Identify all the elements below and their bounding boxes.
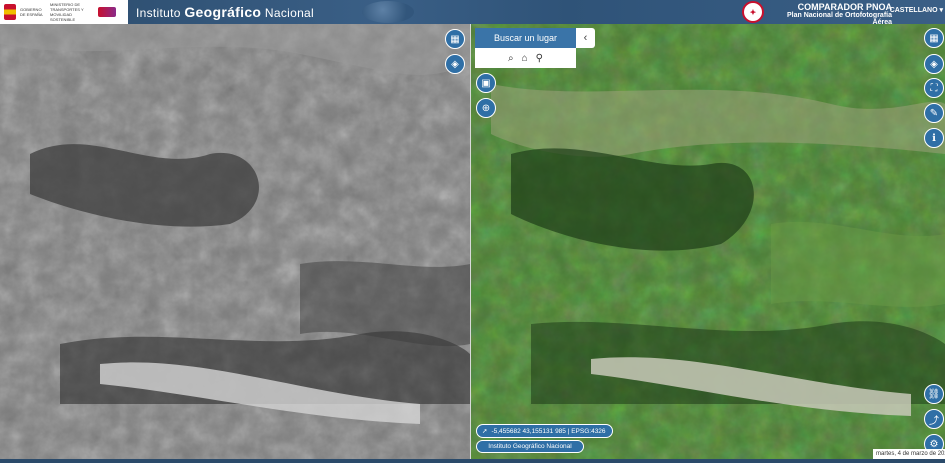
zoom-search-icon[interactable]: ⌕ xyxy=(508,53,514,64)
coordinates-text: -5,455682 43,155131 985 | EPSG:4326 xyxy=(491,427,606,435)
coordinate-search-icon[interactable]: ⚲ xyxy=(536,53,543,64)
gov-text: GOBIERNO DE ESPAÑA xyxy=(20,7,43,17)
right-display-button[interactable]: ▣ xyxy=(476,73,496,93)
left-layout-button[interactable]: ▦ xyxy=(445,29,465,49)
measure-area-button[interactable]: ⛶ xyxy=(924,78,944,98)
government-logo[interactable]: GOBIERNO DE ESPAÑA MINISTERIO DE TRANSPO… xyxy=(0,0,128,24)
measure-distance-button[interactable]: ✎ xyxy=(924,103,944,123)
attribution-link[interactable]: Instituto Geográfico Nacional xyxy=(476,440,584,453)
share-button[interactable]: ⤴ xyxy=(924,409,944,429)
ign-title[interactable]: Instituto Geográfico Nacional xyxy=(136,4,314,20)
search-panel: Buscar un lugar ⌕ ⌂ ⚲ xyxy=(475,28,576,68)
left-map-imagery xyxy=(0,24,470,459)
collapse-search-button[interactable]: ‹ xyxy=(576,28,595,48)
zoom-in-button[interactable]: ⊕ xyxy=(476,98,496,118)
left-map[interactable]: ▦ ◈ xyxy=(0,24,470,459)
pointer-icon: ➚ xyxy=(482,428,488,435)
coordinates-display[interactable]: ➚ -5,455682 43,155131 985 | EPSG:4326 xyxy=(476,424,613,438)
bottom-bar xyxy=(0,459,945,463)
pnoa-logo-icon: ✦ xyxy=(742,1,764,23)
pnoa-title: COMPARADOR PNOA xyxy=(797,2,892,12)
ministry-text: MINISTERIO DE TRANSPORTES Y MOVILIDAD SO… xyxy=(50,2,84,22)
pnoa-title-block: COMPARADOR PNOA Plan Nacional de Ortofot… xyxy=(770,2,892,26)
language-selector[interactable]: CASTELLANO ▾ xyxy=(890,6,943,14)
info-button[interactable]: ℹ xyxy=(924,128,944,148)
link-button[interactable]: ⛓ xyxy=(924,384,944,404)
search-button[interactable]: Buscar un lugar xyxy=(475,28,576,48)
left-layers-button[interactable]: ◈ xyxy=(445,54,465,74)
search-tools: ⌕ ⌂ ⚲ xyxy=(475,48,576,68)
right-layers-button[interactable]: ◈ xyxy=(924,54,944,74)
address-search-icon[interactable]: ⌂ xyxy=(522,53,528,64)
right-map-imagery xyxy=(471,24,945,459)
right-map[interactable]: Buscar un lugar ⌕ ⌂ ⚲ ‹ ▣ ⊕ ▦ ◈ ⛶ ✎ ℹ ⛓ … xyxy=(471,24,945,459)
globe-icon xyxy=(362,1,414,23)
date-label: martes, 4 de marzo de 2025 xyxy=(873,449,945,459)
right-layout-button[interactable]: ▦ xyxy=(924,28,944,48)
ministry-logo-icon xyxy=(98,7,116,17)
spain-crest-icon xyxy=(4,4,16,20)
